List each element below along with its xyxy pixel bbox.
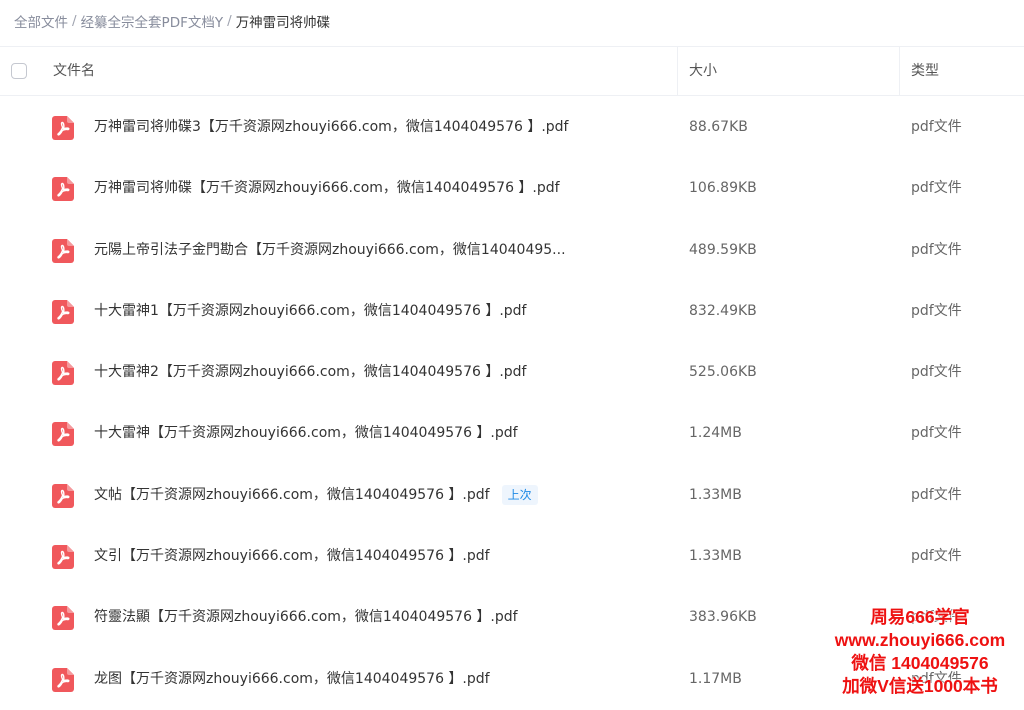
file-name[interactable]: 文帖【万千资源网zhouyi666.com，微信1404049576 】.pdf… <box>94 465 538 526</box>
file-type: pdf文件 <box>911 548 962 565</box>
table-row[interactable]: 文引【万千资源网zhouyi666.com，微信1404049576 】.pdf… <box>0 526 1024 587</box>
file-name-text[interactable]: 文帖【万千资源网zhouyi666.com，微信1404049576 】.pdf <box>94 487 490 503</box>
file-size: 832.49KB <box>689 302 757 319</box>
file-name-text[interactable]: 十大雷神【万千资源网zhouyi666.com，微信1404049576 】.p… <box>94 425 518 441</box>
file-type: pdf文件 <box>911 119 962 135</box>
file-name[interactable]: 符靈法顯【万千资源网zhouyi666.com，微信1404049576 】.p… <box>94 587 518 648</box>
file-name-text[interactable]: 文引【万千资源网zhouyi666.com，微信1404049576 】.pdf <box>94 548 490 564</box>
column-header-type[interactable]: 类型 <box>911 47 939 95</box>
table-row[interactable]: 文帖【万千资源网zhouyi666.com，微信1404049576 】.pdf… <box>0 465 1024 526</box>
table-row[interactable]: 十大雷神1【万千资源网zhouyi666.com，微信1404049576 】.… <box>0 281 1024 342</box>
pdf-icon <box>52 483 74 508</box>
breadcrumb-separator: / <box>227 13 232 29</box>
file-name-text[interactable]: 万神雷司将帅碟【万千资源网zhouyi666.com，微信1404049576 … <box>94 180 560 196</box>
file-name[interactable]: 万神雷司将帅碟【万千资源网zhouyi666.com，微信1404049576 … <box>94 158 560 219</box>
pdf-icon <box>52 116 74 140</box>
file-type: pdf文件 <box>911 241 962 258</box>
pdf-icon <box>52 667 74 692</box>
watermark-line: www.zhouyi666.com <box>834 630 1006 650</box>
table-row[interactable]: 十大雷神【万千资源网zhouyi666.com，微信1404049576 】.p… <box>0 403 1024 464</box>
breadcrumb-item-all-files[interactable]: 全部文件 <box>14 11 68 31</box>
pdf-icon <box>52 545 74 570</box>
breadcrumb: 全部文件 / 经纂全宗全套PDF文档Y / 万神雷司将帅碟 <box>14 10 330 32</box>
file-type: pdf文件 <box>911 425 962 442</box>
pdf-icon <box>52 238 74 263</box>
breadcrumb-current: 万神雷司将帅碟 <box>235 15 331 31</box>
file-size: 489.59KB <box>689 241 757 258</box>
pdf-icon <box>52 177 74 202</box>
file-name[interactable]: 文引【万千资源网zhouyi666.com，微信1404049576 】.pdf <box>94 526 490 587</box>
file-size: 1.33MB <box>689 548 742 565</box>
file-size: 88.67KB <box>689 119 748 135</box>
pdf-icon <box>52 299 74 324</box>
watermark: 周易666学官 www.zhouyi666.com 微信 1404049576 … <box>820 606 1020 698</box>
file-name[interactable]: 元陽上帝引法子金門勘合【万千资源网zhouyi666.com，微信1404049… <box>94 220 566 281</box>
last-opened-badge: 上次 <box>501 484 538 505</box>
file-name-text[interactable]: 符靈法顯【万千资源网zhouyi666.com，微信1404049576 】.p… <box>94 609 518 625</box>
column-divider[interactable] <box>899 47 900 95</box>
table-header: 文件名 大小 类型 <box>0 46 1024 96</box>
file-type: pdf文件 <box>911 180 962 197</box>
file-size: 383.96KB <box>689 609 757 626</box>
file-size: 106.89KB <box>689 180 757 197</box>
select-all-checkbox[interactable] <box>11 63 27 79</box>
watermark-line: 加微V信送1000本书 <box>842 676 998 696</box>
file-name-text[interactable]: 十大雷神2【万千资源网zhouyi666.com，微信1404049576 】.… <box>94 364 527 380</box>
column-divider[interactable] <box>677 47 678 95</box>
file-name[interactable]: 万神雷司将帅碟3【万千资源网zhouyi666.com，微信1404049576… <box>94 97 569 158</box>
file-name[interactable]: 十大雷神2【万千资源网zhouyi666.com，微信1404049576 】.… <box>94 342 527 403</box>
pdf-icon <box>52 361 74 386</box>
file-name-text[interactable]: 龙图【万千资源网zhouyi666.com，微信1404049576 】.pdf <box>94 671 490 687</box>
file-size: 1.17MB <box>689 670 742 687</box>
file-name[interactable]: 龙图【万千资源网zhouyi666.com，微信1404049576 】.pdf <box>94 649 490 710</box>
file-name-text[interactable]: 万神雷司将帅碟3【万千资源网zhouyi666.com，微信1404049576… <box>94 119 569 135</box>
watermark-line: 微信 1404049576 <box>851 653 989 673</box>
file-type: pdf文件 <box>911 302 962 319</box>
column-header-size[interactable]: 大小 <box>689 47 717 95</box>
breadcrumb-separator: / <box>72 13 77 29</box>
file-size: 1.24MB <box>689 425 742 442</box>
file-name-text[interactable]: 元陽上帝引法子金門勘合【万千资源网zhouyi666.com，微信1404049… <box>94 242 566 258</box>
file-type: pdf文件 <box>911 364 962 381</box>
table-row[interactable]: 元陽上帝引法子金門勘合【万千资源网zhouyi666.com，微信1404049… <box>0 220 1024 281</box>
file-size: 525.06KB <box>689 364 757 381</box>
table-row[interactable]: 万神雷司将帅碟【万千资源网zhouyi666.com，微信1404049576 … <box>0 158 1024 219</box>
table-row[interactable]: 十大雷神2【万千资源网zhouyi666.com，微信1404049576 】.… <box>0 342 1024 403</box>
table-row[interactable]: 万神雷司将帅碟3【万千资源网zhouyi666.com，微信1404049576… <box>0 97 1024 158</box>
watermark-line: 周易666学官 <box>870 607 970 627</box>
file-name[interactable]: 十大雷神【万千资源网zhouyi666.com，微信1404049576 】.p… <box>94 403 518 464</box>
file-size: 1.33MB <box>689 486 742 503</box>
file-name-text[interactable]: 十大雷神1【万千资源网zhouyi666.com，微信1404049576 】.… <box>94 303 527 319</box>
file-name[interactable]: 十大雷神1【万千资源网zhouyi666.com，微信1404049576 】.… <box>94 281 527 342</box>
file-type: pdf文件 <box>911 486 962 503</box>
pdf-icon <box>52 422 74 447</box>
pdf-icon <box>52 606 74 631</box>
column-header-name[interactable]: 文件名 <box>53 47 95 95</box>
breadcrumb-item-folder[interactable]: 经纂全宗全套PDF文档Y <box>81 11 224 31</box>
